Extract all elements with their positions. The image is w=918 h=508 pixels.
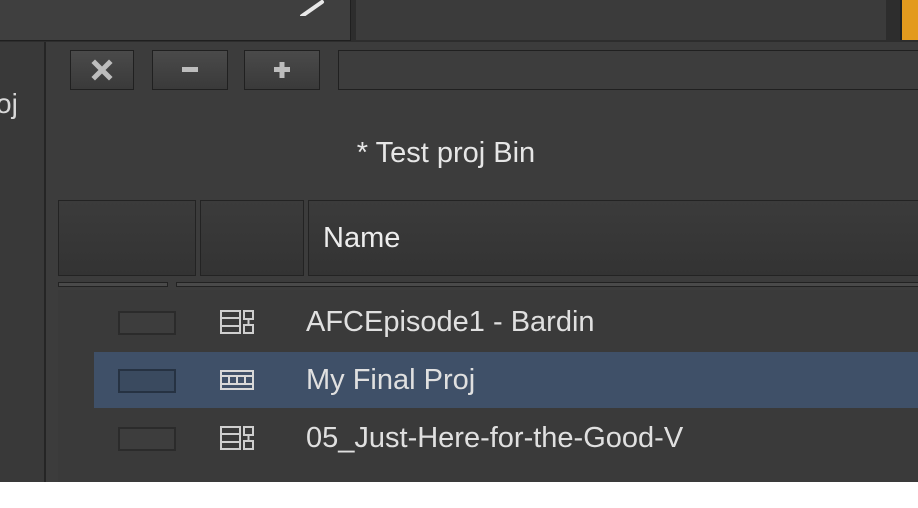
plus-icon (274, 62, 290, 78)
row-name[interactable]: 05_Just-Here-for-the-Good-V (306, 416, 683, 460)
table-header: Name (58, 200, 918, 287)
plus-button[interactable] (244, 50, 320, 90)
bin-panel: * Test proj Bin Name AFCEpisode1 - Bardi… (46, 42, 918, 482)
column-header-select[interactable] (58, 200, 196, 276)
row-checkbox[interactable] (118, 311, 176, 335)
row-name[interactable]: AFCEpisode1 - Bardin (306, 300, 595, 344)
minus-icon (182, 67, 198, 72)
search-handle-icon (300, 0, 324, 16)
table-row-partial[interactable] (94, 468, 918, 482)
header-divider (58, 282, 168, 287)
row-checkbox[interactable] (118, 369, 176, 393)
search-field[interactable] (0, 0, 351, 41)
filmstrip-icon (220, 370, 254, 390)
column-header-name[interactable]: Name (308, 200, 918, 276)
header-divider (176, 282, 918, 287)
bin-title: * Test proj Bin (356, 137, 536, 169)
avid-bin-window: oj * Test proj Bin Name AFCEpisode1 - Ba… (0, 0, 918, 482)
column-header-name-label: Name (323, 222, 401, 254)
close-button[interactable] (70, 50, 134, 90)
close-icon (91, 59, 113, 81)
top-bar (0, 0, 918, 42)
table-row-selected[interactable]: My Final Proj (94, 352, 918, 408)
row-checkbox[interactable] (118, 427, 176, 451)
table-row[interactable]: AFCEpisode1 - Bardin (94, 294, 918, 350)
column-header-icon[interactable] (200, 200, 304, 276)
table-row[interactable]: 05_Just-Here-for-the-Good-V (94, 410, 918, 466)
top-field-right (356, 0, 886, 40)
accent-tab[interactable] (900, 0, 918, 40)
sequence-icon (220, 426, 254, 450)
sequence-icon (220, 310, 254, 334)
bin-toolbar (66, 50, 918, 90)
row-name[interactable]: My Final Proj (306, 358, 475, 402)
toolbar-spacer (338, 50, 918, 90)
bin-rows: AFCEpisode1 - Bardin My Final Proj 05_Ju… (58, 290, 918, 482)
minus-button[interactable] (152, 50, 228, 90)
left-panel-label: oj (0, 88, 18, 119)
left-panel: oj (0, 42, 46, 482)
bin-table: Name AFCEpisode1 - Bardin My Final Proj … (58, 200, 918, 482)
